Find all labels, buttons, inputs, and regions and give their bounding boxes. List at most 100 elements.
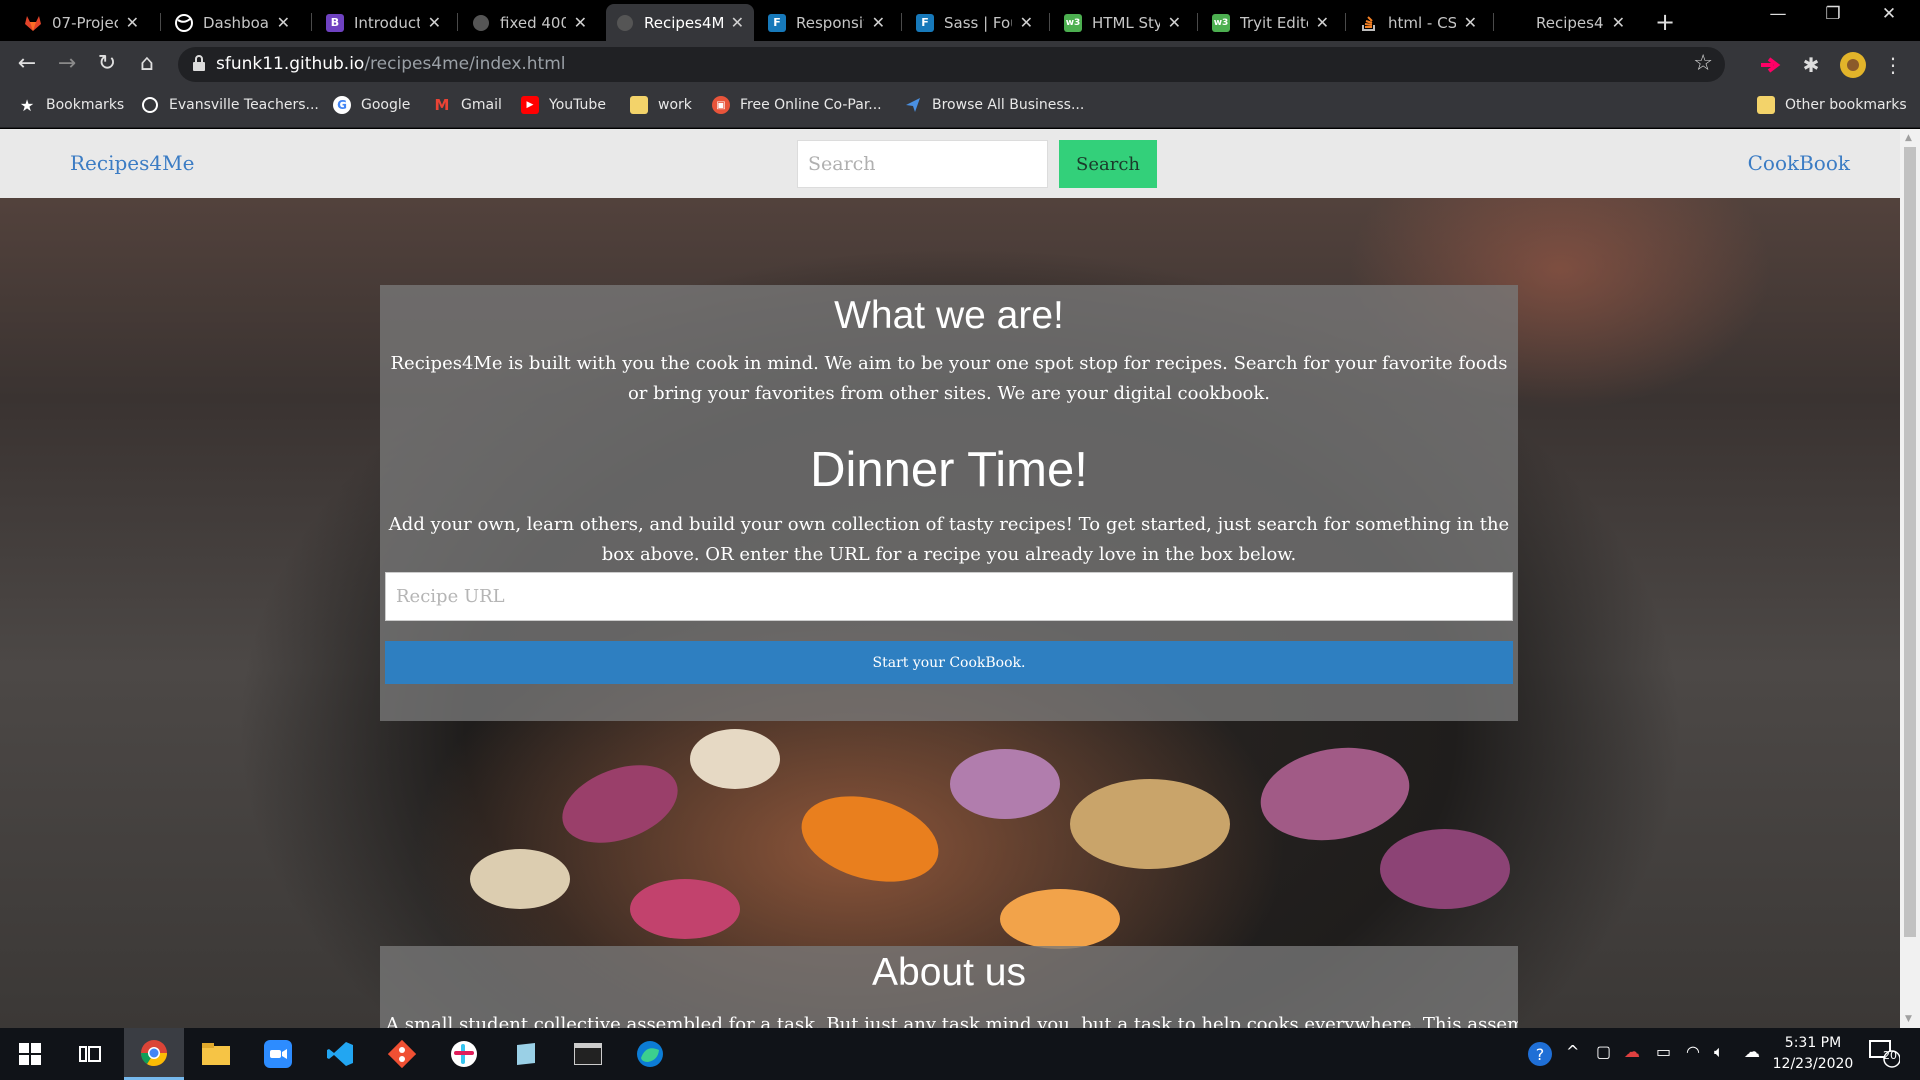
back-icon[interactable]: ← (12, 51, 42, 76)
search-input[interactable] (797, 140, 1048, 188)
vscode-icon[interactable] (310, 1028, 370, 1080)
start-cookbook-button[interactable]: Start your CookBook. (385, 641, 1513, 684)
tab-7[interactable]: w3 HTML Style ✕ (1054, 4, 1191, 41)
restore-button[interactable]: ❐ (1810, 4, 1856, 24)
page-scrollbar[interactable]: ▲ ▼ (1900, 129, 1920, 1028)
extension-icon[interactable] (1757, 52, 1783, 78)
tab-close-icon[interactable]: ✕ (574, 13, 587, 32)
github-icon (616, 14, 634, 32)
close-window-button[interactable]: ✕ (1866, 4, 1912, 24)
reload-icon[interactable]: ↻ (92, 51, 122, 76)
slack-icon[interactable] (434, 1028, 494, 1080)
forward-icon[interactable]: → (52, 51, 82, 76)
onedrive-error-icon[interactable]: ☁ (1624, 1042, 1640, 1061)
url-text: sfunk11.github.io/recipes4me/index.html (216, 54, 566, 74)
meet-now-icon[interactable]: ▢ (1596, 1042, 1611, 1061)
tab-divider (1049, 13, 1050, 31)
task-view-icon[interactable] (60, 1028, 120, 1080)
bookmark-item[interactable]: work (630, 96, 692, 114)
bookmark-item[interactable]: Evansville Teachers... (141, 96, 319, 114)
web-page: Recipes4Me Search CookBook What we are! … (0, 129, 1900, 1028)
scrollbar-thumb[interactable] (1904, 147, 1916, 937)
windows-start-icon[interactable] (0, 1028, 60, 1080)
about-heading: About us (872, 951, 1026, 994)
other-bookmarks[interactable]: Other bookmarks (1757, 96, 1907, 114)
search-button[interactable]: Search (1059, 140, 1157, 188)
scroll-up-icon[interactable]: ▲ (1905, 133, 1912, 143)
background-food-shape (1380, 829, 1510, 909)
home-icon[interactable]: ⌂ (132, 51, 162, 76)
tab-2[interactable]: B Introductio ✕ (316, 4, 451, 41)
chrome-taskbar-icon[interactable] (124, 1028, 184, 1080)
edge-icon[interactable] (620, 1028, 680, 1080)
tab-close-icon[interactable]: ✕ (277, 13, 290, 32)
tab-8[interactable]: w3 Tryit Editor ✕ (1202, 4, 1339, 41)
github-icon (472, 14, 490, 32)
tab-10[interactable]: Recipes4Me ✕ (1498, 4, 1635, 41)
new-tab-button[interactable]: + (1655, 8, 1675, 36)
tab-4-active[interactable]: Recipes4Me ✕ (606, 4, 754, 41)
profile-avatar[interactable] (1840, 52, 1866, 78)
bookmark-item[interactable]: ★ Bookmarks (18, 96, 124, 115)
terminal-icon[interactable] (558, 1028, 618, 1080)
system-clock[interactable]: 5:31 PM 12/23/2020 (1760, 1033, 1866, 1075)
background-food-shape (630, 879, 740, 939)
minimize-button[interactable]: — (1755, 4, 1801, 24)
tab-close-icon[interactable]: ✕ (731, 13, 744, 32)
tab-close-icon[interactable]: ✕ (1464, 13, 1477, 32)
youtube-icon: ▶ (521, 96, 539, 114)
bookmark-item[interactable]: M Gmail (433, 96, 502, 114)
tab-divider (901, 13, 902, 31)
site-brand-link[interactable]: Recipes4Me (70, 151, 194, 175)
site-navbar: Recipes4Me Search CookBook (0, 129, 1900, 198)
bookmark-item[interactable]: G Google (333, 96, 410, 114)
bookmark-star-icon[interactable]: ☆ (1693, 51, 1713, 76)
tab-strip: 07-Project ✕ Dashboard ✕ B Introductio ✕… (0, 0, 1920, 41)
background-food-shape (551, 750, 689, 858)
tab-close-icon[interactable]: ✕ (126, 13, 139, 32)
tab-close-icon[interactable]: ✕ (428, 13, 441, 32)
tab-0[interactable]: 07-Project ✕ (14, 4, 149, 41)
bookmark-item[interactable]: ▶ YouTube (521, 96, 606, 114)
tab-9[interactable]: html - CSS ✕ (1350, 4, 1487, 41)
action-center-icon[interactable]: 20 (1868, 1038, 1901, 1072)
tab-divider (1493, 13, 1494, 31)
puzzle-extensions-icon[interactable]: ✱ (1798, 52, 1824, 78)
cookbook-link[interactable]: CookBook (1748, 151, 1850, 175)
cloud-icon[interactable]: ☁ (1744, 1042, 1760, 1061)
bookmark-item[interactable]: ▣ Free Online Co-Par... (712, 96, 882, 114)
scroll-down-icon[interactable]: ▼ (1905, 1014, 1912, 1024)
background-food-shape (1070, 779, 1230, 869)
tab-divider (311, 13, 312, 31)
notes-app-icon[interactable] (496, 1028, 556, 1080)
tab-close-icon[interactable]: ✕ (1612, 13, 1625, 32)
file-explorer-icon[interactable] (186, 1028, 246, 1080)
tab-close-icon[interactable]: ✕ (1020, 13, 1033, 32)
battery-icon[interactable]: ▭ (1656, 1042, 1671, 1061)
tab-5[interactable]: F Responsive ✕ (758, 4, 895, 41)
tab-6[interactable]: F Sass | Foun ✕ (906, 4, 1043, 41)
address-bar[interactable]: sfunk11.github.io/recipes4me/index.html … (178, 47, 1725, 82)
background-food-shape (950, 749, 1060, 819)
tab-close-icon[interactable]: ✕ (872, 13, 885, 32)
chevron-up-icon[interactable]: ^ (1566, 1042, 1579, 1061)
about-text: A small student collective assembled for… (386, 1014, 1518, 1028)
wifi-icon[interactable]: ◠ (1686, 1042, 1700, 1061)
background-food-shape (470, 849, 570, 909)
zoom-icon[interactable] (248, 1028, 308, 1080)
tab-1[interactable]: Dashboard ✕ (165, 4, 300, 41)
tab-3[interactable]: fixed 400 c ✕ (462, 4, 597, 41)
folder-icon (630, 96, 648, 114)
more-menu-icon[interactable]: ⋮ (1880, 52, 1906, 78)
tab-close-icon[interactable]: ✕ (1168, 13, 1181, 32)
volume-icon[interactable]: 🔈︎ (1714, 1042, 1724, 1062)
bookmark-item[interactable]: Browse All Business... (904, 96, 1084, 114)
folder-icon (1757, 96, 1775, 114)
globe-icon (175, 13, 193, 32)
foundation-icon: F (916, 13, 934, 32)
tab-close-icon[interactable]: ✕ (1316, 13, 1329, 32)
recipe-url-input[interactable] (385, 572, 1513, 621)
git-icon[interactable] (372, 1028, 432, 1080)
tab-divider (160, 13, 161, 31)
help-icon[interactable]: ? (1526, 1040, 1554, 1072)
